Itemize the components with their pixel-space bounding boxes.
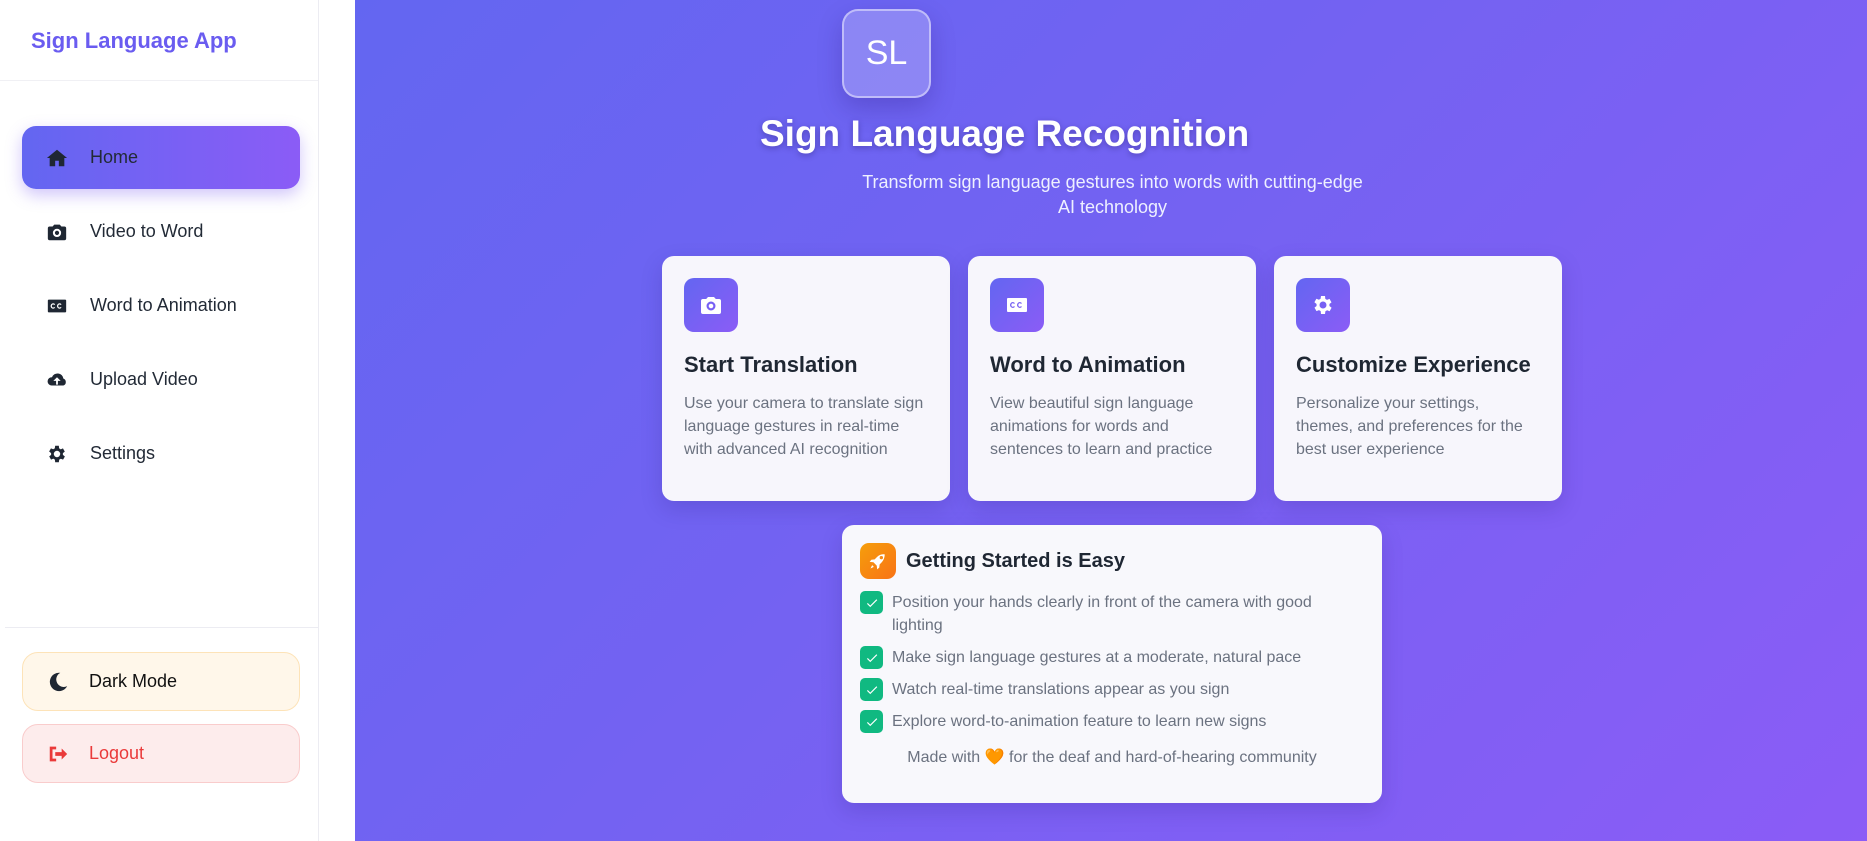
closed-captions-icon — [44, 295, 70, 317]
step-text: Position your hands clearly in front of … — [892, 594, 1312, 634]
sidebar-item-label: Settings — [90, 443, 156, 463]
footer-note: Made with 🧡 for the deaf and hard-of-hea… — [860, 747, 1364, 767]
list-item: Position your hands clearly in front of … — [860, 591, 1364, 637]
gear-icon — [44, 443, 70, 465]
feature-card-customize[interactable]: Customize Experience Personalize your se… — [1274, 256, 1562, 501]
check-icon — [860, 710, 883, 733]
app-logo-badge: SL — [842, 9, 931, 98]
card-text: Use your camera to translate sign langua… — [684, 395, 924, 458]
sidebar-item-upload-video[interactable]: Upload Video — [22, 348, 300, 411]
guide-title: Getting Started is Easy — [906, 549, 1125, 572]
sidebar-item-word-to-animation[interactable]: Word to Animation — [22, 274, 300, 337]
footer-text-before: Made with — [907, 749, 981, 766]
list-item: Make sign language gestures at a moderat… — [860, 646, 1364, 669]
feature-card-start-translation[interactable]: Start Translation Use your camera to tra… — [662, 256, 950, 501]
sidebar-item-label: Word to Animation — [90, 295, 237, 315]
sidebar-item-label: Video to Word — [90, 221, 204, 241]
list-item: Explore word-to-animation feature to lea… — [860, 710, 1364, 733]
step-text: Explore word-to-animation feature to lea… — [892, 713, 1267, 730]
check-icon — [860, 591, 883, 614]
sidebar-item-label: Upload Video — [90, 369, 198, 389]
app-brand: Sign Language App — [0, 0, 318, 81]
moon-icon — [45, 670, 71, 694]
getting-started-panel: Getting Started is Easy Position your ha… — [842, 525, 1382, 803]
card-title: Customize Experience — [1296, 352, 1531, 377]
cloud-upload-icon — [44, 369, 70, 391]
camera-icon — [44, 221, 70, 243]
page-title: Sign Language Recognition — [760, 113, 1250, 154]
guide-header: Getting Started is Easy — [860, 543, 1364, 579]
logout-button[interactable]: Logout — [22, 724, 300, 783]
steps-list: Position your hands clearly in front of … — [860, 591, 1364, 733]
list-item: Watch real-time translations appear as y… — [860, 678, 1364, 701]
page-subtitle: Transform sign language gestures into wo… — [862, 172, 1363, 217]
camera-icon — [684, 278, 738, 332]
dark-mode-toggle[interactable]: Dark Mode — [22, 652, 300, 711]
sidebar-item-settings[interactable]: Settings — [22, 422, 300, 485]
step-text: Watch real-time translations appear as y… — [892, 681, 1230, 698]
closed-captions-icon — [990, 278, 1044, 332]
sidebar-item-home[interactable]: Home — [22, 126, 300, 189]
home-icon — [44, 147, 70, 169]
sidebar-item-video-to-word[interactable]: Video to Word — [22, 200, 300, 263]
footer-text-after: for the deaf and hard-of-hearing communi… — [1009, 749, 1317, 766]
step-text: Make sign language gestures at a moderat… — [892, 649, 1302, 666]
card-text: View beautiful sign language animations … — [990, 395, 1213, 458]
card-title: Start Translation — [684, 352, 858, 377]
sidebar: Sign Language App Home Video to Word Wor… — [0, 0, 319, 841]
app: Sign Language App Home Video to Word Wor… — [0, 0, 1867, 841]
sidebar-divider — [5, 627, 319, 628]
check-icon — [860, 646, 883, 669]
sidebar-item-label: Home — [90, 147, 139, 167]
heart-icon: 🧡 — [984, 749, 1005, 766]
gear-icon — [1296, 278, 1350, 332]
feature-card-word-to-animation[interactable]: Word to Animation View beautiful sign la… — [968, 256, 1256, 501]
dark-mode-label: Dark Mode — [89, 671, 178, 691]
check-icon — [860, 678, 883, 701]
card-title: Word to Animation — [990, 352, 1186, 377]
logout-label: Logout — [89, 743, 145, 763]
sidebar-nav: Home Video to Word Word to Animation Upl… — [22, 126, 300, 496]
logout-icon — [45, 742, 71, 766]
card-text: Personalize your settings, themes, and p… — [1296, 395, 1523, 458]
rocket-icon — [860, 543, 896, 579]
